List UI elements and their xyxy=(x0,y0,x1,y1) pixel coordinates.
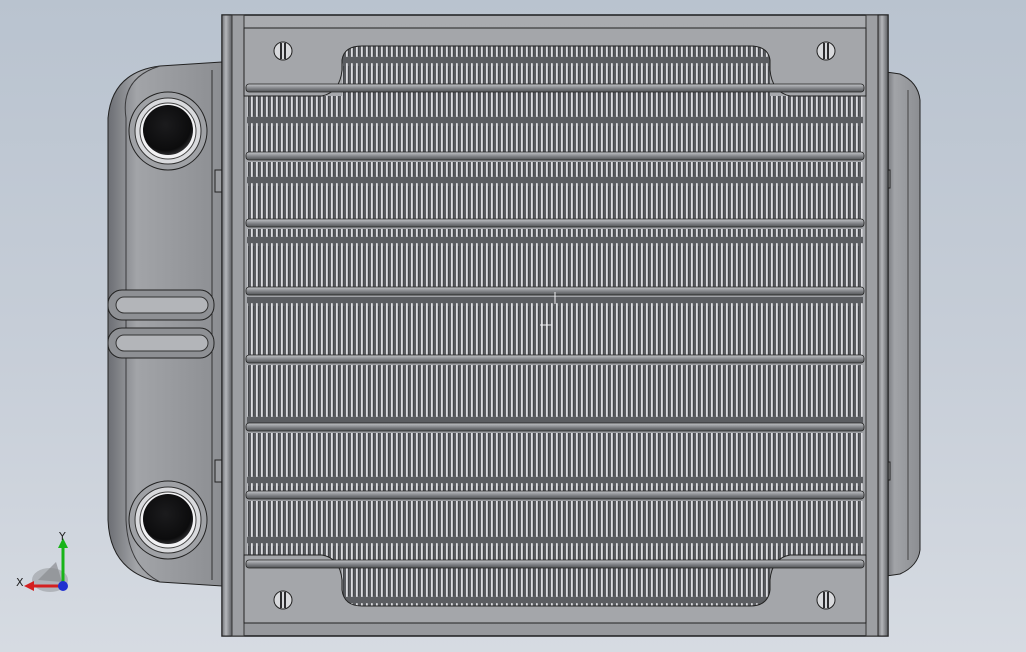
mounting-hole-bottom-right[interactable] xyxy=(816,590,836,610)
radiator-model[interactable] xyxy=(0,0,1026,652)
inlet-port-top[interactable] xyxy=(128,91,208,171)
z-axis-dot xyxy=(58,581,68,591)
mounting-hole-top-right[interactable] xyxy=(816,41,836,61)
mounting-hole-bottom-left[interactable] xyxy=(273,590,293,610)
coordinate-triad xyxy=(24,538,68,592)
graphics-viewport[interactable]: X Y xyxy=(0,0,1026,652)
tank-channel-upper xyxy=(107,289,215,321)
tank-channel-lower xyxy=(107,327,215,359)
fin-core xyxy=(247,40,863,609)
mounting-hole-top-left[interactable] xyxy=(273,41,293,61)
y-axis-label: Y xyxy=(59,530,66,543)
outlet-port-bottom[interactable] xyxy=(128,480,208,560)
x-axis-label: X xyxy=(16,576,24,589)
